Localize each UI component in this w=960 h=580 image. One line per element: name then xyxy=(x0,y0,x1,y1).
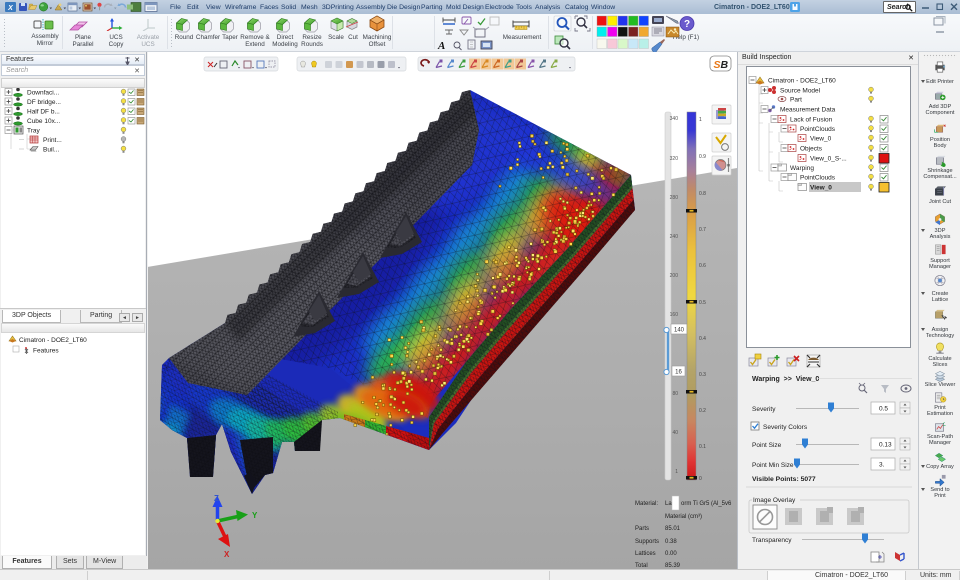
svg-text:140: 140 xyxy=(674,328,685,334)
svg-text:320: 320 xyxy=(670,156,679,162)
svg-text:View_0_S-...: View_0_S-... xyxy=(810,156,847,163)
svg-text:View_0: View_0 xyxy=(810,136,832,143)
svg-text:View_0: View_0 xyxy=(810,185,832,192)
svg-text:1: 1 xyxy=(675,469,678,475)
svg-text:0.8: 0.8 xyxy=(699,191,706,197)
svg-text:Cimatron - DOE2_LT60: Cimatron - DOE2_LT60 xyxy=(19,337,87,344)
svg-text:Buil...: Buil... xyxy=(43,147,59,154)
svg-text:0.2: 0.2 xyxy=(699,408,706,414)
svg-text:Z: Z xyxy=(214,494,219,503)
svg-text:80: 80 xyxy=(672,391,678,397)
svg-text:DF bridge...: DF bridge... xyxy=(27,99,61,106)
svg-text:0.3: 0.3 xyxy=(699,372,706,378)
svg-text:200: 200 xyxy=(670,273,679,279)
svg-text:0.00: 0.00 xyxy=(665,551,677,557)
svg-text:Measurement Data: Measurement Data xyxy=(780,107,836,114)
svg-text:0.38: 0.38 xyxy=(665,539,677,545)
svg-text:Lattices: Lattices xyxy=(635,551,656,557)
svg-text:Visible Points: 5077: Visible Points: 5077 xyxy=(752,476,816,483)
svg-text:?: ? xyxy=(684,19,690,30)
svg-text:85.01: 85.01 xyxy=(665,526,681,532)
svg-text:0.7: 0.7 xyxy=(699,227,706,233)
svg-text:0.9: 0.9 xyxy=(699,154,706,160)
svg-text:Cimatron - DOE2_LT60: Cimatron - DOE2_LT60 xyxy=(768,78,836,85)
svg-text:280: 280 xyxy=(670,195,679,201)
svg-text:Y: Y xyxy=(252,511,258,520)
svg-text:Features: Features xyxy=(33,348,59,355)
svg-text:3.: 3. xyxy=(879,462,885,469)
svg-text:Half DF b...: Half DF b... xyxy=(27,109,60,116)
svg-text:Supports: Supports xyxy=(635,539,659,545)
svg-text:40: 40 xyxy=(672,430,678,436)
svg-text:B: B xyxy=(721,59,729,71)
svg-text:Objects: Objects xyxy=(800,146,823,153)
svg-text:Image Overlay: Image Overlay xyxy=(753,497,796,504)
svg-text:0.4: 0.4 xyxy=(699,336,706,342)
svg-text:PointClouds: PointClouds xyxy=(800,175,836,182)
svg-text:Transparency: Transparency xyxy=(752,537,792,544)
svg-text:0.13: 0.13 xyxy=(879,442,892,449)
svg-text:Part: Part xyxy=(790,97,802,104)
svg-text:PointClouds: PointClouds xyxy=(800,126,836,133)
svg-text:orm Ti Gr5 (Al_5v6: orm Ti Gr5 (Al_5v6 xyxy=(681,501,732,507)
svg-text:Print...: Print... xyxy=(43,137,62,144)
svg-text:0.5: 0.5 xyxy=(699,300,706,306)
svg-text:Cube 10x...: Cube 10x... xyxy=(27,118,60,125)
svg-text:160: 160 xyxy=(670,312,679,318)
svg-text:Material:: Material: xyxy=(635,501,658,507)
svg-text:Downfaci...: Downfaci... xyxy=(27,90,59,97)
svg-text:Lack of Fusion: Lack of Fusion xyxy=(790,117,833,124)
svg-text:Tray: Tray xyxy=(27,128,41,135)
svg-text:Severity Colors: Severity Colors xyxy=(763,424,808,431)
svg-text:Point Size: Point Size xyxy=(752,442,782,449)
svg-text:340: 340 xyxy=(670,116,679,122)
svg-text:Severity: Severity xyxy=(752,406,776,413)
svg-text:0.6: 0.6 xyxy=(699,263,706,269)
svg-text:Source Model: Source Model xyxy=(780,88,821,95)
svg-text:Parts: Parts xyxy=(635,526,649,532)
svg-text:240: 240 xyxy=(670,234,679,240)
svg-text:0.5: 0.5 xyxy=(879,406,888,413)
svg-text:Warping >> View_0: Warping >> View_0 xyxy=(752,376,819,383)
svg-text:1: 1 xyxy=(699,117,702,123)
svg-text:16: 16 xyxy=(675,370,682,376)
svg-text:X: X xyxy=(224,550,230,559)
svg-text:S: S xyxy=(714,59,721,71)
svg-text:0.1: 0.1 xyxy=(699,444,706,450)
svg-text:0: 0 xyxy=(699,476,702,482)
svg-text:Point Min Size: Point Min Size xyxy=(752,462,794,469)
svg-text:Material (cm³): Material (cm³) xyxy=(665,514,702,520)
svg-text:Warping: Warping xyxy=(790,165,814,172)
svg-text:A: A xyxy=(437,40,445,52)
